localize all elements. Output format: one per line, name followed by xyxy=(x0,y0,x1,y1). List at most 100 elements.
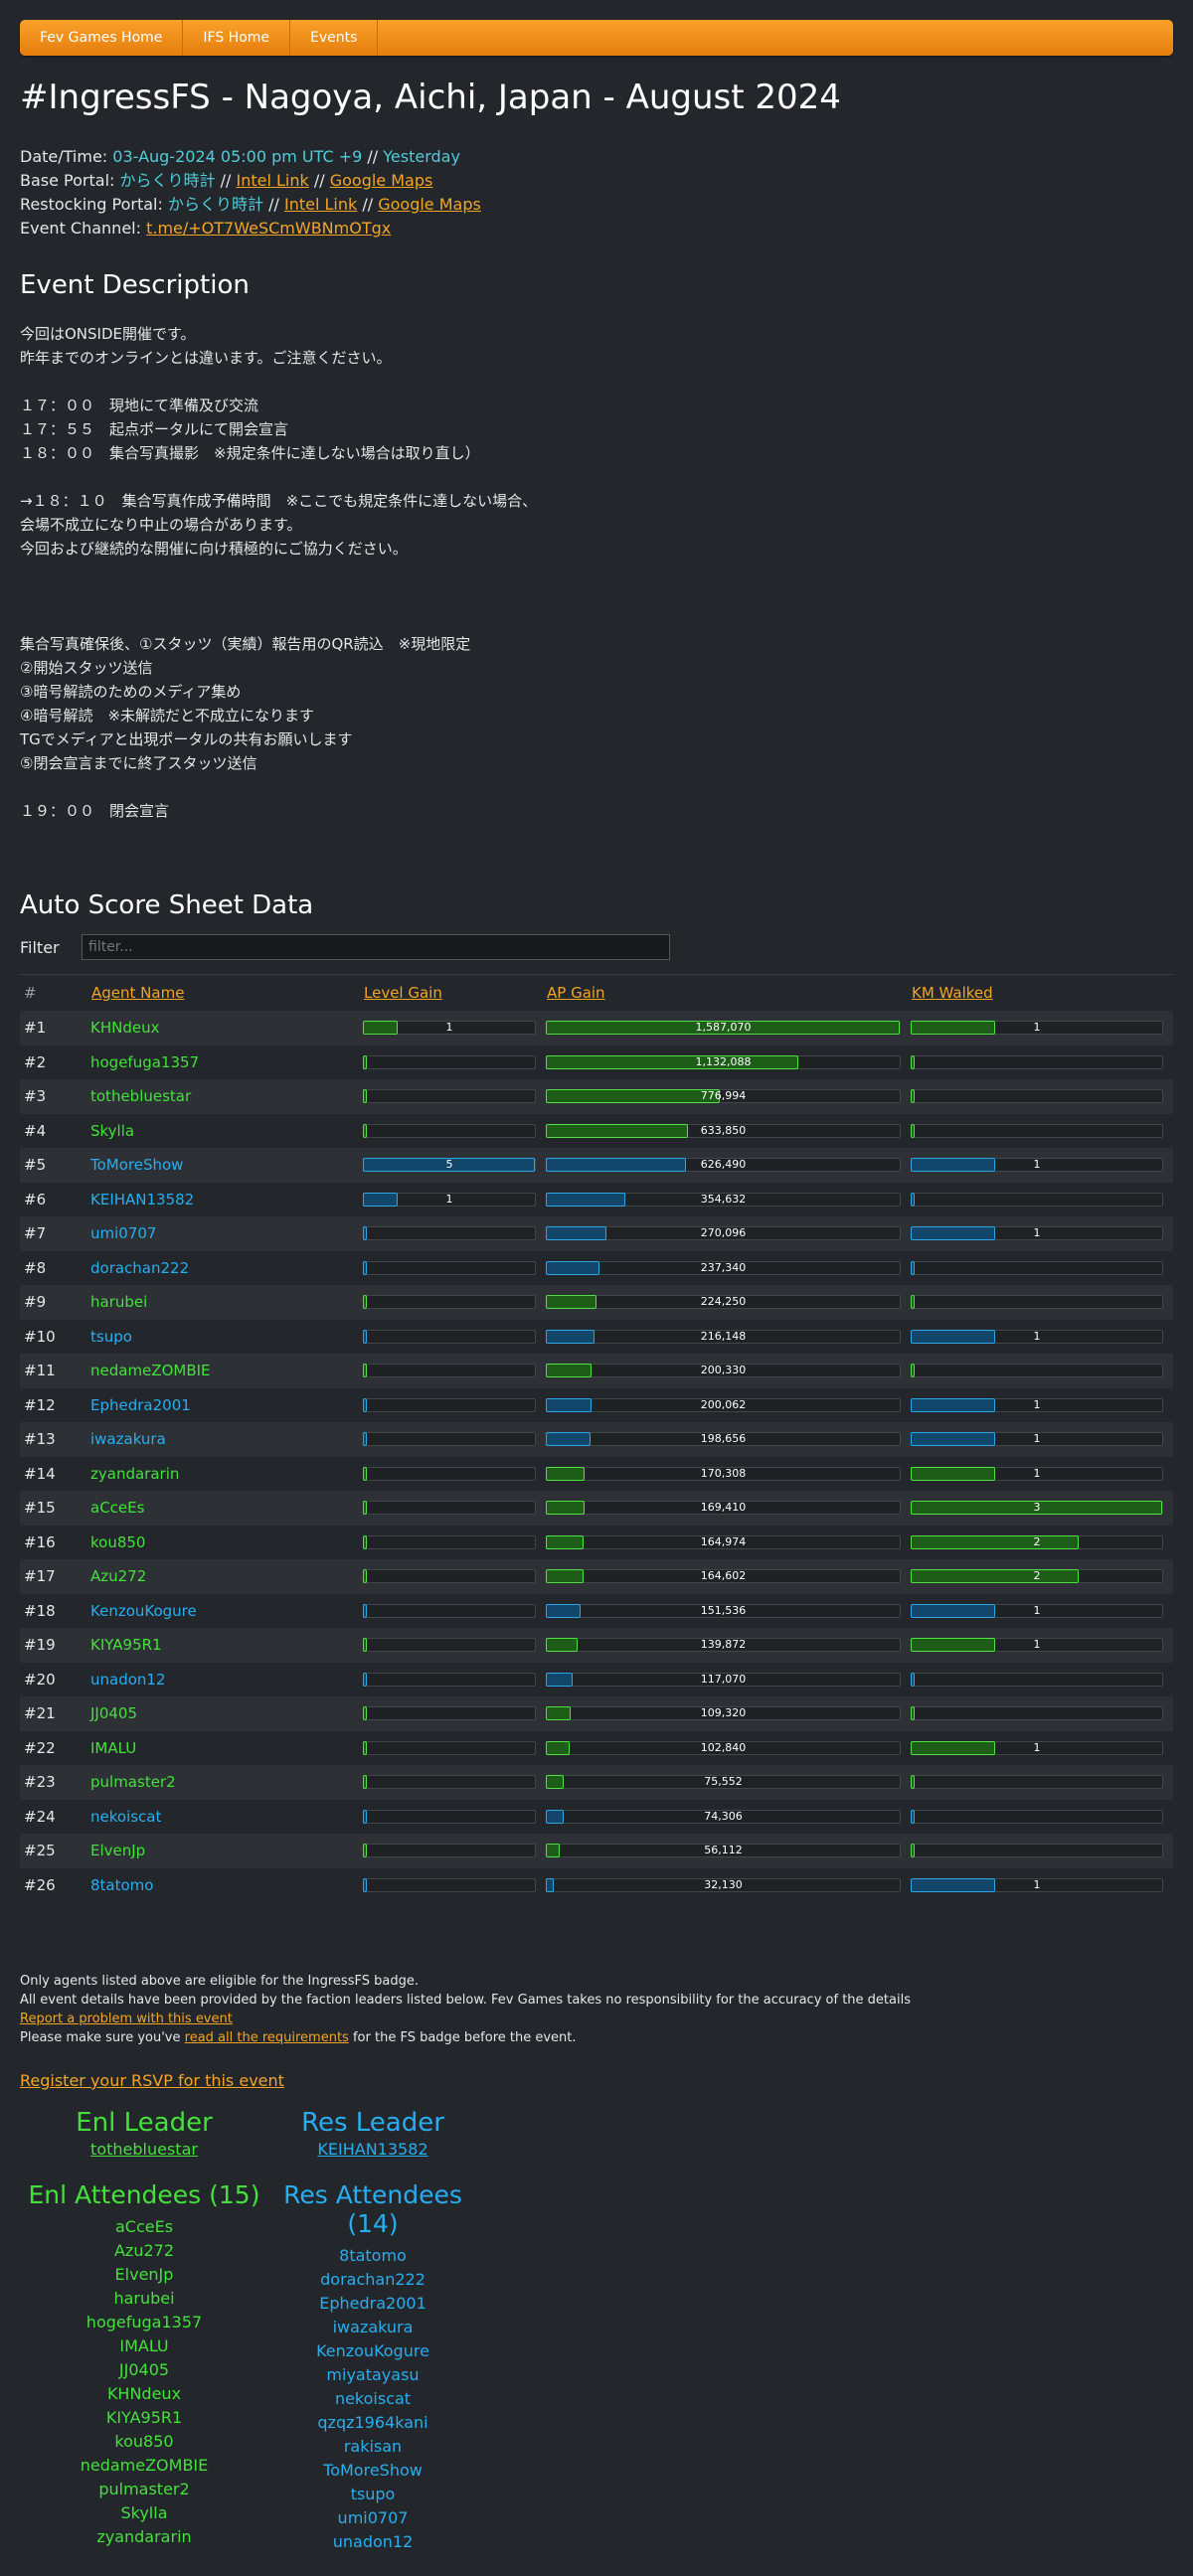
ap-bar: 200,062 xyxy=(546,1397,901,1412)
level-bar-fill xyxy=(363,1501,367,1516)
base-intel-link[interactable]: Intel Link xyxy=(236,171,308,190)
rank-cell: #19 xyxy=(20,1628,90,1663)
agent-name[interactable]: zyandararin xyxy=(90,1465,179,1483)
table-row: #7 umi0707 270,096 1 xyxy=(20,1216,1173,1251)
datetime-row: Date/Time: 03-Aug-2024 05:00 pm UTC +9 /… xyxy=(20,145,1173,169)
restock-maps-link[interactable]: Google Maps xyxy=(378,195,481,214)
res-attendee: miyatayasu xyxy=(326,2365,420,2384)
level-bar xyxy=(363,1877,536,1892)
agent-name[interactable]: Skylla xyxy=(90,1122,134,1140)
ap-cell: 216,148 xyxy=(546,1320,911,1355)
ap-bar-value: 1,132,088 xyxy=(695,1054,752,1068)
agent-name[interactable]: tsupo xyxy=(90,1328,132,1346)
agent-name[interactable]: dorachan222 xyxy=(90,1259,189,1277)
agent-name[interactable]: pulmaster2 xyxy=(90,1773,176,1791)
requirements-link[interactable]: read all the requirements xyxy=(185,2030,349,2045)
filter-input[interactable] xyxy=(82,934,670,960)
agent-name[interactable]: ElvenJp xyxy=(90,1842,145,1859)
agent-cell: Ephedra2001 xyxy=(90,1388,363,1423)
agent-name[interactable]: JJ0405 xyxy=(90,1704,137,1722)
agent-name[interactable]: hogefuga1357 xyxy=(90,1053,199,1071)
channel-label: Event Channel: xyxy=(20,219,141,238)
restock-portal-label: Restocking Portal: xyxy=(20,195,163,214)
km-bar: 1 xyxy=(911,1603,1163,1618)
nav-events[interactable]: Events xyxy=(290,20,379,56)
agent-name[interactable]: KenzouKogure xyxy=(90,1602,197,1620)
km-bar: 1 xyxy=(911,1877,1163,1892)
agent-name[interactable]: IMALU xyxy=(90,1739,136,1757)
agent-name[interactable]: umi0707 xyxy=(90,1224,156,1242)
restock-intel-link[interactable]: Intel Link xyxy=(284,195,357,214)
top-nav: Fev Games Home IFS Home Events xyxy=(20,20,1173,56)
res-attendees-heading: Res Attendees (14) xyxy=(283,2180,462,2238)
agent-name[interactable]: Ephedra2001 xyxy=(90,1396,191,1414)
level-bar-fill xyxy=(363,1844,367,1858)
agent-name[interactable]: harubei xyxy=(90,1293,147,1311)
col-ap-gain[interactable]: AP Gain xyxy=(547,984,605,1002)
score-body: #1 KHNdeux 1 1,587,070 1 #2 hogefuga1357 1,132,… xyxy=(20,1011,1173,1902)
col-agent-name[interactable]: Agent Name xyxy=(91,984,184,1002)
channel-link[interactable]: t.me/+OT7WeSCmWBNmOTgx xyxy=(146,219,391,238)
km-cell: 2 xyxy=(911,1559,1173,1594)
level-cell xyxy=(363,1696,546,1731)
agent-name[interactable]: tothebluestar xyxy=(90,1087,191,1105)
res-attendees-list: 8tatomo dorachan222 Ephedra2001 iwazakura Ke… xyxy=(268,2244,477,2554)
agent-name[interactable]: nedameZOMBIE xyxy=(90,1362,211,1379)
nav-ifs-home[interactable]: IFS Home xyxy=(183,20,291,56)
agent-cell: KHNdeux xyxy=(90,1011,363,1046)
agent-name[interactable]: ToMoreShow xyxy=(90,1156,183,1174)
separator: // xyxy=(367,147,379,166)
level-bar xyxy=(363,1295,536,1310)
ap-cell: 170,308 xyxy=(546,1457,911,1492)
nav-fev-games-home[interactable]: Fev Games Home xyxy=(20,20,184,56)
res-attendee: Ephedra2001 xyxy=(319,2294,426,2313)
res-team: Res Leader KEIHAN13582 Res Attendees (14… xyxy=(268,2108,477,2554)
km-bar-fill xyxy=(911,1054,915,1069)
km-bar-value: 1 xyxy=(1033,1877,1041,1891)
km-bar: 1 xyxy=(911,1638,1163,1653)
agent-name[interactable]: 8tatomo xyxy=(90,1876,153,1894)
level-cell xyxy=(363,1765,546,1800)
agent-name[interactable]: iwazakura xyxy=(90,1430,166,1448)
requirements-suffix: for the FS badge before the event. xyxy=(352,2030,577,2045)
km-bar-fill xyxy=(911,1672,915,1687)
level-bar xyxy=(363,1501,536,1516)
ap-bar-value: 169,410 xyxy=(700,1501,747,1515)
level-cell xyxy=(363,1526,546,1560)
report-problem-link[interactable]: Report a problem with this event xyxy=(20,2012,233,2026)
km-cell: 1 xyxy=(911,1422,1173,1457)
datetime-relative: Yesterday xyxy=(383,147,460,166)
km-bar-fill xyxy=(911,1123,915,1138)
rsvp-link[interactable]: Register your RSVP for this event xyxy=(20,2071,1173,2090)
res-leader-heading: Res Leader xyxy=(301,2108,444,2138)
agent-name[interactable]: kou850 xyxy=(90,1533,145,1551)
agent-cell: zyandararin xyxy=(90,1457,363,1492)
agent-cell: hogefuga1357 xyxy=(90,1046,363,1080)
km-cell xyxy=(911,1114,1173,1149)
agent-name[interactable]: KEIHAN13582 xyxy=(90,1191,194,1208)
km-cell: 3 xyxy=(911,1491,1173,1526)
rank-cell: #20 xyxy=(24,1670,56,1689)
base-maps-link[interactable]: Google Maps xyxy=(330,171,433,190)
col-level-gain[interactable]: Level Gain xyxy=(364,984,442,1002)
ap-bar: 164,602 xyxy=(546,1569,901,1584)
agent-name[interactable]: KHNdeux xyxy=(90,1019,159,1037)
enl-leader-link[interactable]: tothebluestar xyxy=(20,2140,268,2159)
res-leader-link[interactable]: KEIHAN13582 xyxy=(268,2140,477,2159)
separator: // xyxy=(220,171,232,190)
level-cell xyxy=(363,1046,546,1080)
agent-cell: nekoiscat xyxy=(90,1800,363,1835)
level-cell xyxy=(363,1663,546,1697)
ap-bar: 200,330 xyxy=(546,1364,901,1378)
agent-name[interactable]: unadon12 xyxy=(90,1671,166,1689)
level-cell xyxy=(363,1559,546,1594)
level-cell xyxy=(363,1079,546,1114)
agent-name[interactable]: Azu272 xyxy=(90,1567,146,1585)
ap-bar: 633,850 xyxy=(546,1123,901,1138)
agent-name[interactable]: KIYA95R1 xyxy=(90,1636,162,1654)
agent-name[interactable]: aCceEs xyxy=(90,1499,144,1517)
col-km-walked[interactable]: KM Walked xyxy=(912,984,993,1002)
agent-name[interactable]: nekoiscat xyxy=(90,1808,161,1826)
ap-bar: 117,070 xyxy=(546,1672,901,1687)
rank-cell: #21 xyxy=(20,1696,90,1731)
